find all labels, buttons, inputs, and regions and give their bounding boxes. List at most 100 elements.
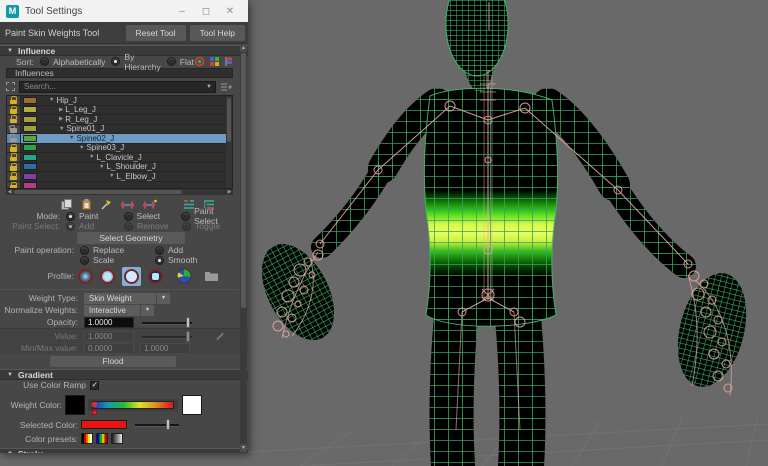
joint-tool-icon[interactable] <box>142 198 157 211</box>
scroll-down-icon[interactable]: ▼ <box>240 444 247 452</box>
lock-cell[interactable] <box>7 182 21 190</box>
influence-name[interactable]: ▼Spine01_J <box>39 124 104 133</box>
panel-scrollbar[interactable]: ▲ ▼ <box>240 44 247 452</box>
influence-color-swatch[interactable] <box>23 125 37 132</box>
opacity-slider[interactable] <box>142 317 192 328</box>
lock-cell[interactable] <box>7 115 21 124</box>
gradient-section-header[interactable]: ▼ Gradient <box>0 369 248 380</box>
tree-row[interactable]: ▼Spine01_J <box>7 125 232 135</box>
tool-help-button[interactable]: Tool Help <box>190 25 245 41</box>
preset-grayscale-ramp[interactable] <box>111 433 123 444</box>
expand-arrow-icon[interactable]: ▼ <box>59 126 64 132</box>
scrollbar-thumb[interactable] <box>241 53 246 308</box>
ramp-marker-icon[interactable] <box>92 410 97 415</box>
influence-color-swatch[interactable] <box>23 106 37 113</box>
influence-name[interactable]: ▼L_Clavicle_J <box>39 153 142 162</box>
influence-color-swatch[interactable] <box>23 173 37 180</box>
radio-op-add[interactable]: Add <box>155 245 183 255</box>
brush-soft-icon[interactable] <box>100 269 115 284</box>
scroll-right-icon[interactable]: ▶ <box>226 189 233 195</box>
lock-cell[interactable] <box>7 153 21 162</box>
lock-cell[interactable] <box>7 134 21 143</box>
close-button[interactable]: ✕ <box>218 6 242 17</box>
min-weight-color-swatch[interactable] <box>65 395 85 415</box>
slider-handle[interactable] <box>166 419 170 430</box>
influence-color-swatch[interactable] <box>23 144 37 151</box>
browse-folder-icon[interactable] <box>204 270 219 282</box>
flag-icon[interactable] <box>224 56 235 67</box>
selected-color-swatch[interactable] <box>81 420 127 429</box>
paint-weights-display-icon[interactable] <box>194 56 205 67</box>
tree-row[interactable]: ▼Spine02_J <box>7 134 232 144</box>
tree-row[interactable]: ▼L_Clavicle_J <box>7 153 232 163</box>
tree-row[interactable]: ▶L_Leg_J <box>7 106 232 116</box>
radio-mode-paint[interactable]: Paint <box>66 211 124 221</box>
brush-square-icon[interactable] <box>148 269 163 284</box>
radio-op-smooth[interactable]: Smooth <box>155 255 197 265</box>
minimize-button[interactable]: – <box>170 6 194 17</box>
radio-mode-select[interactable]: Select <box>124 211 182 221</box>
radio-paint-select-toggle[interactable]: Toggle <box>182 221 220 231</box>
selected-color-slider[interactable] <box>135 419 179 430</box>
tree-row[interactable]: ▼Hip_J <box>7 96 232 106</box>
influence-name[interactable]: ▼L_Shoulder_J <box>39 162 156 171</box>
tree-row[interactable]: ▼L_Elbow_J <box>7 172 232 182</box>
influence-name[interactable]: ▶L_Leg_J <box>39 105 96 114</box>
lock-cell[interactable] <box>7 125 21 134</box>
stroke-section-header[interactable]: ▼ Stroke <box>0 448 248 453</box>
scroll-up-icon[interactable]: ▲ <box>240 44 247 52</box>
max-weight-color-swatch[interactable] <box>182 395 202 415</box>
weight-hammer-icon[interactable] <box>100 198 113 211</box>
copy-weights-icon[interactable] <box>60 198 73 211</box>
expand-arrow-icon[interactable]: ▼ <box>69 135 74 141</box>
expand-arrow-icon[interactable]: ▼ <box>49 97 54 103</box>
filter-menu-icon[interactable] <box>220 82 233 92</box>
brush-solid-selected[interactable] <box>122 267 141 286</box>
influence-name[interactable]: ▼Spine02_J <box>39 134 114 143</box>
tree-row[interactable]: ▶R_Leg_J <box>7 115 232 125</box>
expand-arrow-icon[interactable]: ▼ <box>99 164 104 170</box>
lock-cell[interactable] <box>7 163 21 172</box>
radio-sort-by-hierarchy[interactable]: By Hierarchy <box>111 52 160 72</box>
expand-arrow-icon[interactable]: ▶ <box>59 107 63 113</box>
influence-color-swatch[interactable] <box>23 163 37 170</box>
scrollbar-thumb[interactable] <box>227 98 231 142</box>
preset-rainbow-ramp[interactable] <box>96 433 108 444</box>
influence-color-swatch[interactable] <box>23 154 37 161</box>
stamp-sphere-icon[interactable] <box>176 268 192 284</box>
influence-name[interactable]: ▼L_Elbow_J <box>39 172 156 181</box>
chevron-down-icon[interactable]: ▼ <box>203 84 215 90</box>
ramp-point-icon[interactable] <box>92 402 97 407</box>
influence-color-swatch[interactable] <box>23 97 37 104</box>
use-color-ramp-checkbox[interactable] <box>90 381 99 390</box>
radio-paint-select-remove[interactable]: Remove <box>124 221 182 231</box>
radio-sort-alphabetically[interactable]: Alphabetically <box>40 57 105 67</box>
ramp-bar[interactable] <box>92 401 174 409</box>
search-input[interactable] <box>20 82 203 92</box>
radio-op-replace[interactable]: Replace <box>80 245 155 255</box>
radio-paint-select-add[interactable]: Add <box>66 221 124 231</box>
influence-color-swatch[interactable] <box>23 116 37 123</box>
weight-type-dropdown[interactable]: Skin Weight ▼ <box>84 293 170 304</box>
tree-row[interactable] <box>7 182 232 190</box>
influence-name[interactable]: ▶R_Leg_J <box>39 115 97 124</box>
opacity-field[interactable]: 1.0000 <box>84 317 134 328</box>
tree-horizontal-scrollbar[interactable]: ◀ ▶ <box>6 189 233 195</box>
lock-cell[interactable] <box>7 144 21 153</box>
influence-color-swatch[interactable] <box>23 182 37 189</box>
lock-cell[interactable] <box>7 106 21 115</box>
title-bar[interactable]: M Tool Settings – ◻ ✕ <box>0 0 248 22</box>
tree-row[interactable]: ▼Spine03_J <box>7 144 232 154</box>
normalize-weights-dropdown[interactable]: Interactive ▼ <box>84 305 154 316</box>
marquee-select-icon[interactable] <box>6 82 15 91</box>
maximize-button[interactable]: ◻ <box>194 6 218 17</box>
radio-op-scale[interactable]: Scale <box>80 255 155 265</box>
scroll-left-icon[interactable]: ◀ <box>6 189 13 195</box>
influence-color-swatch[interactable] <box>23 135 37 142</box>
search-field[interactable]: ▼ <box>19 81 216 93</box>
flood-button[interactable]: Flood <box>50 356 176 367</box>
select-geometry-button[interactable]: Select Geometry <box>77 232 185 244</box>
expand-arrow-icon[interactable]: ▶ <box>59 116 63 122</box>
paste-weights-icon[interactable] <box>80 198 93 211</box>
brush-gaussian-icon[interactable] <box>78 269 93 284</box>
